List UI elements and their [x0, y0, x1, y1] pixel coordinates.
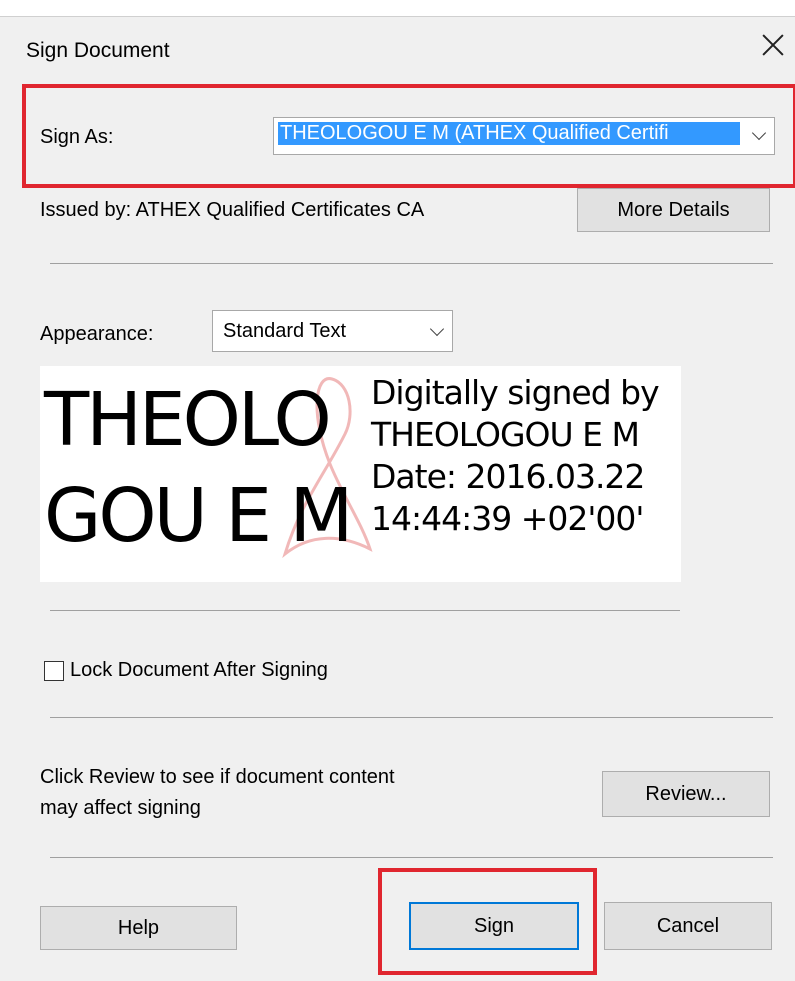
sign-as-label: Sign As:: [40, 126, 114, 148]
signature-info: Digitally signed by THEOLOGOU E M Date: …: [371, 372, 660, 540]
chevron-down-icon: [429, 321, 445, 337]
cancel-button[interactable]: Cancel: [604, 902, 772, 950]
close-icon[interactable]: [759, 31, 787, 59]
dialog-title: Sign Document: [26, 39, 170, 62]
issued-by-text: Issued by: ATHEX Qualified Certificates …: [40, 199, 425, 221]
signature-info-line: 14:44:39 +02'00': [371, 499, 644, 538]
top-background: [0, 0, 795, 16]
signature-preview: THEOLO GOU E M Digitally signed by THEOL…: [40, 366, 681, 582]
lock-document-checkbox[interactable]: [44, 661, 64, 681]
divider: [50, 263, 773, 264]
more-details-button[interactable]: More Details: [577, 188, 770, 232]
appearance-value: Standard Text: [223, 320, 347, 342]
review-hint-line2: may affect signing: [40, 797, 201, 819]
signer-name-large: THEOLO GOU E M: [44, 372, 353, 564]
signature-info-line: Digitally signed by: [371, 373, 660, 412]
chevron-down-icon: [751, 125, 767, 141]
sign-as-dropdown[interactable]: THEOLOGOU E M (ATHEX Qualified Certifi: [273, 117, 775, 155]
review-hint-line1: Click Review to see if document content: [40, 766, 395, 788]
divider: [50, 717, 773, 718]
divider: [50, 857, 773, 858]
signer-name-line2: GOU E M: [44, 473, 353, 559]
signer-name-line1: THEOLO: [44, 377, 332, 463]
review-button[interactable]: Review...: [602, 771, 770, 817]
signature-info-line: Date: 2016.03.22: [371, 457, 645, 496]
lock-document-label: Lock Document After Signing: [70, 659, 328, 681]
appearance-label: Appearance:: [40, 323, 154, 345]
signature-info-line: THEOLOGOU E M: [371, 415, 640, 454]
sign-button[interactable]: Sign: [409, 902, 579, 950]
appearance-dropdown[interactable]: Standard Text: [212, 310, 453, 352]
help-button[interactable]: Help: [40, 906, 237, 950]
divider: [50, 610, 680, 611]
sign-as-value: THEOLOGOU E M (ATHEX Qualified Certifi: [278, 122, 740, 145]
